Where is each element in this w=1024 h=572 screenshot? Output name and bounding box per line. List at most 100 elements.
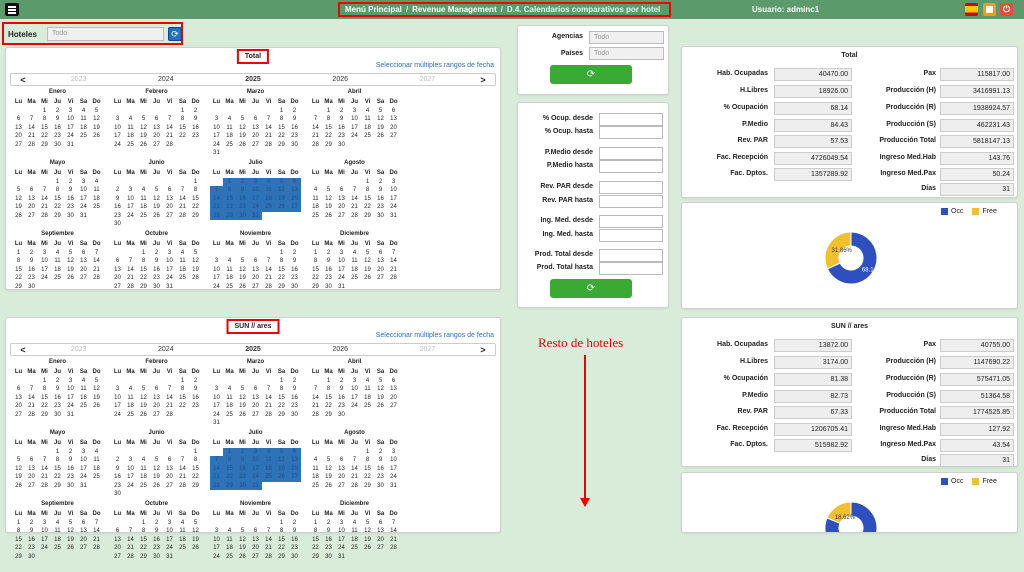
day-cell[interactable]: 4: [309, 186, 322, 195]
day-cell[interactable]: 21: [124, 544, 137, 553]
day-cell[interactable]: 19: [322, 203, 335, 212]
day-cell[interactable]: 6: [249, 385, 262, 394]
day-cell[interactable]: 5: [322, 186, 335, 195]
day-cell[interactable]: 8: [223, 186, 236, 195]
day-cell[interactable]: 27: [374, 544, 387, 553]
day-cell[interactable]: 24: [210, 141, 223, 150]
day-cell[interactable]: 2: [25, 249, 38, 258]
day-cell[interactable]: 15: [322, 394, 335, 403]
day-cell[interactable]: 10: [77, 456, 90, 465]
day-cell[interactable]: 25: [77, 402, 90, 411]
day-cell[interactable]: 27: [374, 274, 387, 283]
day-cell[interactable]: 3: [335, 249, 348, 258]
day-cell[interactable]: 30: [150, 553, 163, 562]
day-cell[interactable]: 11: [223, 124, 236, 133]
day-cell[interactable]: 28: [176, 212, 189, 221]
day-cell[interactable]: 25: [176, 274, 189, 283]
day-cell[interactable]: 1: [275, 249, 288, 258]
day-cell[interactable]: 23: [25, 274, 38, 283]
day-cell[interactable]: 1: [361, 448, 374, 457]
day-cell[interactable]: 5: [236, 527, 249, 536]
day-cell[interactable]: 10: [64, 115, 77, 124]
day-cell[interactable]: 23: [335, 132, 348, 141]
day-cell[interactable]: 17: [387, 465, 400, 474]
day-cell[interactable]: 3: [64, 107, 77, 116]
day-cell[interactable]: 23: [111, 212, 124, 221]
day-cell[interactable]: 23: [150, 544, 163, 553]
day-cell[interactable]: 12: [90, 115, 103, 124]
day-cell[interactable]: 4: [262, 447, 275, 456]
day-cell[interactable]: 15: [223, 464, 236, 473]
day-cell[interactable]: 5: [361, 519, 374, 528]
day-cell[interactable]: 8: [51, 456, 64, 465]
day-cell[interactable]: 18: [348, 536, 361, 545]
day-cell[interactable]: 28: [309, 141, 322, 150]
day-cell[interactable]: 27: [111, 283, 124, 292]
day-cell[interactable]: 26: [189, 544, 202, 553]
day-cell[interactable]: 25: [223, 141, 236, 150]
day-cell[interactable]: 16: [335, 124, 348, 133]
day-cell[interactable]: 13: [249, 394, 262, 403]
day-cell[interactable]: 4: [348, 249, 361, 258]
day-cell[interactable]: 16: [288, 124, 301, 133]
day-cell[interactable]: 17: [38, 266, 51, 275]
day-cell[interactable]: 27: [25, 482, 38, 491]
day-cell[interactable]: 23: [288, 402, 301, 411]
day-cell[interactable]: 7: [176, 186, 189, 195]
next-year-button[interactable]: >: [471, 345, 495, 355]
day-cell[interactable]: 11: [124, 394, 137, 403]
day-cell[interactable]: 14: [38, 195, 51, 204]
day-cell[interactable]: 8: [275, 385, 288, 394]
day-cell[interactable]: 14: [25, 394, 38, 403]
day-cell[interactable]: 14: [163, 124, 176, 133]
day-cell[interactable]: 2: [335, 377, 348, 386]
day-cell[interactable]: 16: [189, 124, 202, 133]
day-cell[interactable]: 14: [124, 266, 137, 275]
day-cell[interactable]: 21: [90, 266, 103, 275]
day-cell[interactable]: 22: [361, 203, 374, 212]
day-cell[interactable]: 9: [111, 465, 124, 474]
day-cell[interactable]: 13: [288, 186, 301, 195]
day-cell[interactable]: 16: [111, 203, 124, 212]
day-cell[interactable]: 16: [236, 464, 249, 473]
day-cell[interactable]: 2: [322, 519, 335, 528]
day-cell[interactable]: 1: [176, 377, 189, 386]
day-cell[interactable]: 23: [322, 274, 335, 283]
day-cell[interactable]: 1: [275, 107, 288, 116]
day-cell[interactable]: 19: [322, 473, 335, 482]
year-2[interactable]: 2025: [209, 346, 296, 353]
day-cell[interactable]: 28: [38, 212, 51, 221]
day-cell[interactable]: 25: [77, 132, 90, 141]
day-cell[interactable]: 5: [12, 186, 25, 195]
day-cell[interactable]: 19: [374, 394, 387, 403]
day-cell[interactable]: 12: [12, 195, 25, 204]
day-cell[interactable]: 13: [163, 465, 176, 474]
day-cell[interactable]: 20: [387, 394, 400, 403]
day-cell[interactable]: 28: [124, 283, 137, 292]
day-cell[interactable]: 28: [176, 482, 189, 491]
day-cell[interactable]: 7: [90, 249, 103, 258]
day-cell[interactable]: 23: [189, 132, 202, 141]
day-cell[interactable]: 12: [361, 257, 374, 266]
day-cell[interactable]: 10: [387, 456, 400, 465]
day-cell[interactable]: 18: [223, 132, 236, 141]
day-cell[interactable]: 28: [262, 283, 275, 292]
day-cell[interactable]: 12: [236, 394, 249, 403]
day-cell[interactable]: 18: [361, 124, 374, 133]
agencias-select[interactable]: Todo: [589, 31, 664, 44]
day-cell[interactable]: 21: [387, 536, 400, 545]
day-cell[interactable]: 1: [38, 377, 51, 386]
apply-filter-button[interactable]: ⟳: [550, 279, 632, 298]
day-cell[interactable]: 10: [163, 257, 176, 266]
day-cell[interactable]: 17: [210, 274, 223, 283]
day-cell[interactable]: 8: [275, 115, 288, 124]
day-cell[interactable]: 17: [335, 266, 348, 275]
day-cell[interactable]: 10: [111, 124, 124, 133]
filter-input[interactable]: [599, 181, 663, 194]
day-cell[interactable]: 5: [236, 115, 249, 124]
day-cell[interactable]: 2: [111, 456, 124, 465]
day-cell[interactable]: 7: [210, 456, 223, 465]
day-cell[interactable]: 4: [262, 177, 275, 186]
day-cell[interactable]: 2: [64, 448, 77, 457]
day-cell[interactable]: 26: [64, 544, 77, 553]
